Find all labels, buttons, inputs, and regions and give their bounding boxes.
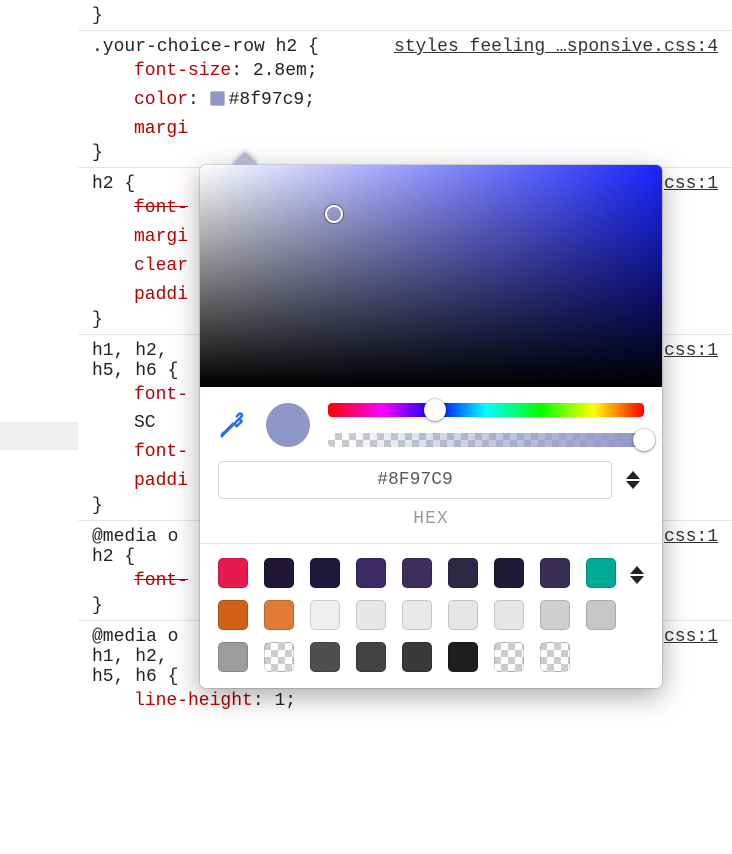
- palette-swatch[interactable]: [402, 558, 432, 588]
- close-brace: }: [92, 6, 718, 26]
- color-picker-popup: HEX: [200, 165, 662, 688]
- source-link[interactable]: styles_feeling_…sponsive.css:4: [394, 37, 718, 57]
- css-declaration[interactable]: font-size: 2.8em;: [134, 57, 718, 86]
- source-link[interactable]: css:1: [664, 174, 718, 194]
- close-brace: }: [92, 143, 718, 163]
- palette-swatch[interactable]: [264, 642, 294, 672]
- palette-section: [200, 543, 662, 688]
- palette-swatch[interactable]: [356, 642, 386, 672]
- palette-swatch[interactable]: [310, 558, 340, 588]
- palette-swatch[interactable]: [402, 642, 432, 672]
- palette-swatch[interactable]: [218, 642, 248, 672]
- palette-swatch[interactable]: [586, 558, 616, 588]
- source-link[interactable]: css:1: [664, 527, 718, 547]
- palette-swatch[interactable]: [402, 600, 432, 630]
- palette-swatch[interactable]: [218, 558, 248, 588]
- saturation-value-area[interactable]: [200, 165, 662, 387]
- color-preview-circle: [266, 403, 310, 447]
- color-swatch[interactable]: [210, 91, 225, 106]
- alpha-thumb[interactable]: [633, 429, 655, 451]
- palette-swatch[interactable]: [310, 600, 340, 630]
- palette-swatch[interactable]: [356, 558, 386, 588]
- palette-swatch[interactable]: [310, 642, 340, 672]
- palette-swatch[interactable]: [540, 600, 570, 630]
- line-gutter: [0, 0, 78, 854]
- palette-swatch[interactable]: [586, 600, 616, 630]
- palette-swatch[interactable]: [218, 600, 248, 630]
- hex-row: [200, 461, 662, 509]
- source-link[interactable]: css:1: [664, 341, 718, 361]
- hex-input[interactable]: [218, 461, 612, 499]
- format-label: HEX: [200, 509, 662, 543]
- palette-swatch[interactable]: [448, 600, 478, 630]
- format-stepper[interactable]: [626, 463, 644, 497]
- palette-swatch[interactable]: [540, 558, 570, 588]
- eyedropper-icon[interactable]: [218, 410, 248, 440]
- palette-stepper[interactable]: [630, 558, 648, 592]
- css-declaration[interactable]: color: #8f97c9;: [134, 86, 718, 115]
- source-link[interactable]: css:1: [664, 627, 718, 647]
- palette-swatch[interactable]: [540, 642, 570, 672]
- css-rule: styles_feeling_…sponsive.css:4.your-choi…: [78, 30, 732, 167]
- palette-swatch[interactable]: [494, 600, 524, 630]
- css-declaration[interactable]: line-height: 1;: [134, 687, 718, 716]
- sv-cursor[interactable]: [325, 205, 343, 223]
- palette-swatch[interactable]: [448, 642, 478, 672]
- css-declaration[interactable]: margi: [134, 115, 718, 144]
- palette-swatch[interactable]: [356, 600, 386, 630]
- picker-body: [200, 387, 662, 461]
- palette-swatch[interactable]: [494, 642, 524, 672]
- css-rule: }: [78, 0, 732, 30]
- palette-swatch[interactable]: [264, 600, 294, 630]
- sliders: [328, 403, 644, 447]
- palette-swatch[interactable]: [494, 558, 524, 588]
- alpha-slider[interactable]: [328, 433, 644, 447]
- hue-slider[interactable]: [328, 403, 644, 417]
- gutter-highlight: [0, 422, 78, 450]
- palette-grid: [218, 558, 616, 672]
- palette-swatch[interactable]: [448, 558, 478, 588]
- palette-swatch[interactable]: [264, 558, 294, 588]
- hue-thumb[interactable]: [424, 399, 446, 421]
